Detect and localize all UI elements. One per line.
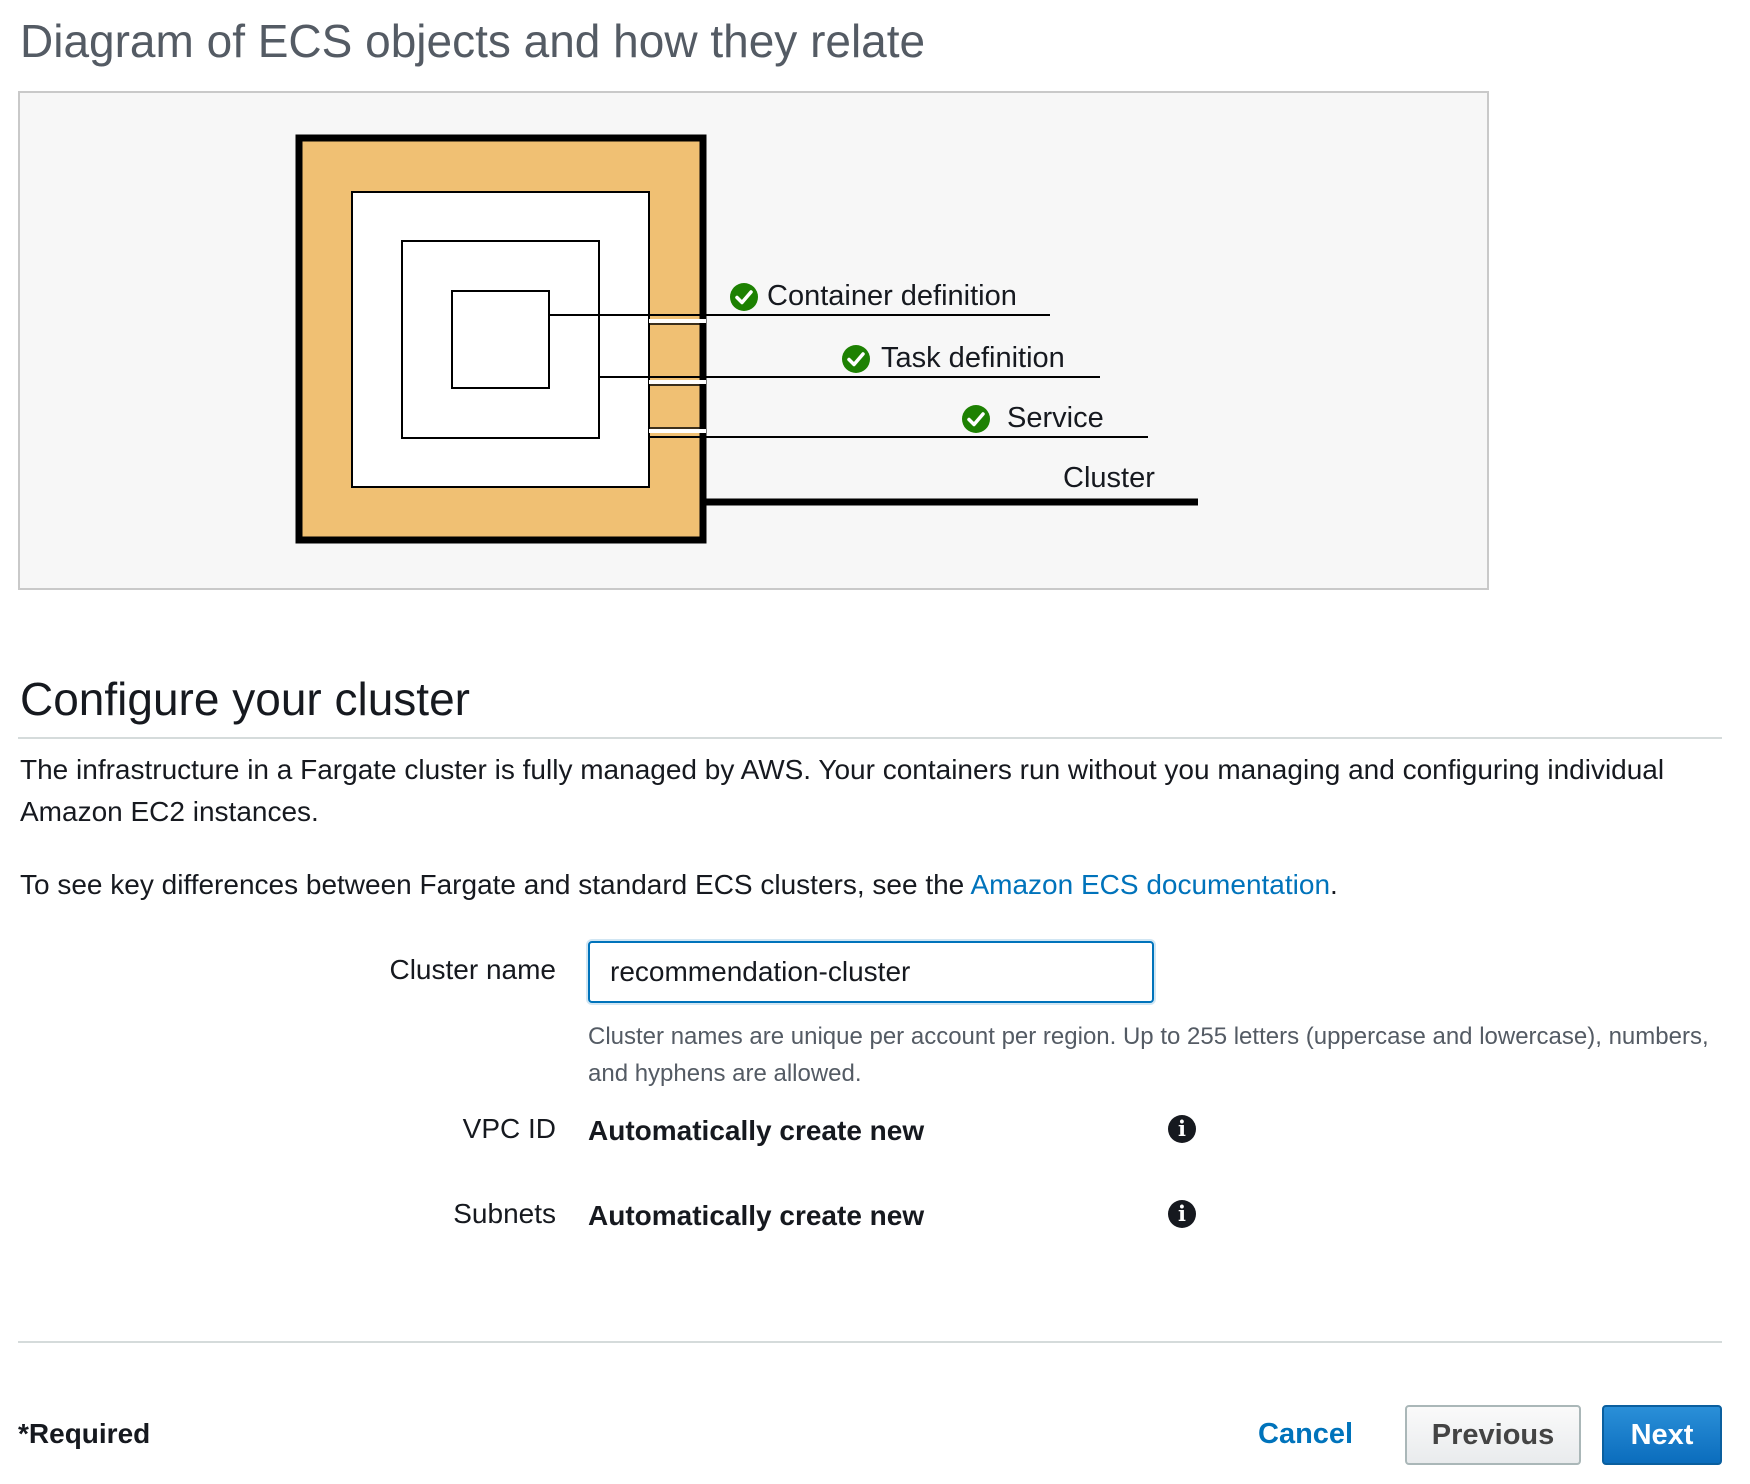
task-check-icon <box>842 345 870 373</box>
vpc-info-icon[interactable]: i <box>1168 1115 1196 1143</box>
subnets-label: Subnets <box>453 1198 556 1229</box>
next-button[interactable]: Next <box>1602 1405 1722 1465</box>
required-note: *Required <box>18 1418 151 1449</box>
container-definition-label: Container definition <box>767 280 1017 312</box>
ecs-diagram <box>295 134 1198 544</box>
container-box <box>451 290 550 389</box>
ecs-documentation-link[interactable]: Amazon ECS documentation <box>970 869 1330 900</box>
service-check-icon <box>962 405 990 433</box>
fargate-intro-text: The infrastructure in a Fargate cluster … <box>20 754 1665 827</box>
footer-divider <box>18 1341 1722 1343</box>
cluster-name-hint: Cluster names are unique per account per… <box>588 1023 1709 1087</box>
docs-paragraph: To see key differences between Fargate a… <box>20 864 1720 906</box>
cluster-name-label: Cluster name <box>389 954 556 985</box>
vpc-id-value: Automatically create new <box>588 1115 925 1146</box>
previous-button[interactable]: Previous <box>1405 1405 1581 1465</box>
ecs-diagram-panel: Container definition Task definition Ser… <box>18 91 1489 590</box>
vpc-id-label: VPC ID <box>462 1113 556 1144</box>
docs-prefix-text: To see key differences between Fargate a… <box>20 869 971 900</box>
cancel-button[interactable]: Cancel <box>1258 1418 1353 1451</box>
docs-suffix-text: . <box>1330 869 1338 900</box>
cluster-label: Cluster <box>1063 462 1155 494</box>
service-label: Service <box>1007 402 1104 434</box>
subnets-value: Automatically create new <box>588 1200 925 1231</box>
container-check-icon <box>730 283 758 311</box>
task-definition-label: Task definition <box>881 342 1065 374</box>
diagram-title: Diagram of ECS objects and how they rela… <box>20 15 926 67</box>
cluster-name-input[interactable] <box>588 941 1154 1003</box>
section-divider <box>18 737 1722 739</box>
subnets-info-icon[interactable]: i <box>1168 1200 1196 1228</box>
configure-cluster-title: Configure your cluster <box>20 673 470 725</box>
